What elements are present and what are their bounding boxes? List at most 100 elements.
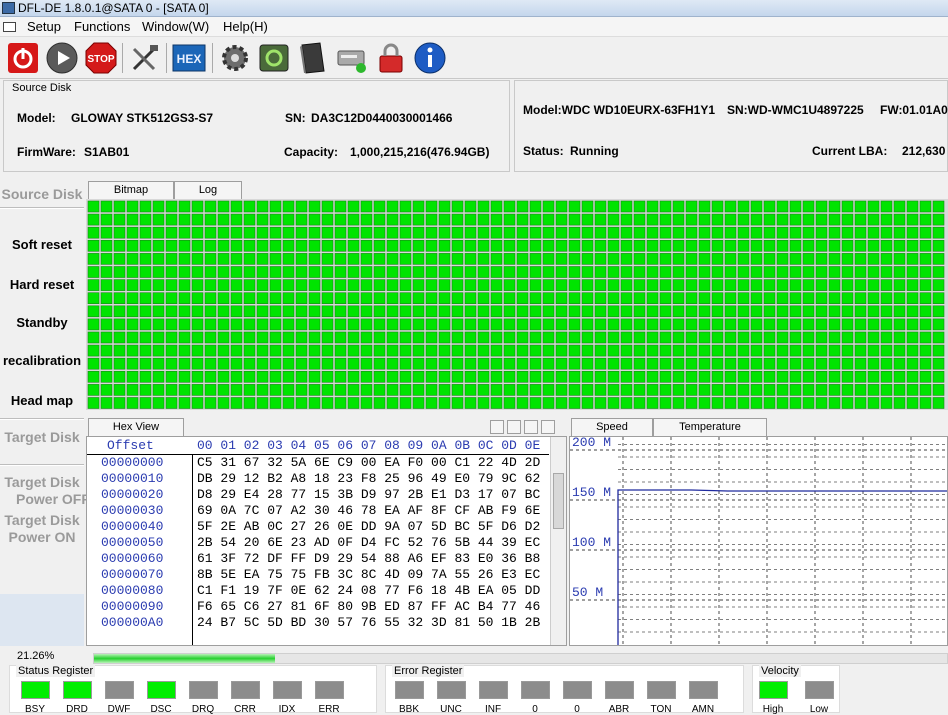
hex-icon[interactable]: HEX xyxy=(172,41,206,75)
nav-target-power-off[interactable]: Target Disk Power OFF xyxy=(0,474,90,508)
bitmap-cell xyxy=(880,305,893,318)
hex-scroll-button[interactable] xyxy=(541,420,555,434)
bitmap-cell xyxy=(594,318,607,331)
bitmap-cell xyxy=(685,318,698,331)
menu-window[interactable]: Window(W) xyxy=(142,17,209,36)
nav-standby[interactable]: Standby xyxy=(0,315,84,330)
nav-soft-reset[interactable]: Soft reset xyxy=(0,237,84,252)
hex-data-row[interactable]: 8B 5E EA 75 75 FB 3C 8C 4D 09 7A 55 26 E… xyxy=(197,567,549,583)
bitmap-cell xyxy=(906,344,919,357)
hex-data-row[interactable]: 61 3F 72 DF FF D9 29 54 88 A6 EF 83 E0 3… xyxy=(197,551,549,567)
bitmap-cell xyxy=(217,318,230,331)
firmware-value: S1AB01 xyxy=(84,145,130,159)
hex-scroll-button[interactable] xyxy=(524,420,538,434)
bitmap-cell xyxy=(789,239,802,252)
bitmap-cell xyxy=(373,384,386,396)
bitmap-cell xyxy=(373,357,386,370)
tab-log[interactable]: Log xyxy=(174,181,242,199)
bitmap-cell xyxy=(698,226,711,239)
bitmap-cell xyxy=(87,357,100,370)
bitmap-cell xyxy=(529,344,542,357)
book-icon[interactable] xyxy=(296,41,330,75)
bitmap-cell xyxy=(893,266,906,278)
refresh-icon[interactable] xyxy=(257,41,291,75)
bitmap-cell xyxy=(477,371,490,383)
bitmap-cell xyxy=(659,397,672,409)
hex-data-row[interactable]: 69 0A 7C 07 A2 30 46 78 EA AF 8F CF AB F… xyxy=(197,503,549,519)
hex-data-row[interactable]: C5 31 67 32 5A 6E C9 00 EA F0 00 C1 22 4… xyxy=(197,455,549,471)
menu-setup[interactable]: Setup xyxy=(27,17,61,36)
bitmap-cell xyxy=(607,397,620,409)
disk-icon[interactable] xyxy=(335,41,369,75)
bitmap-cell xyxy=(776,226,789,239)
play-icon[interactable] xyxy=(45,41,79,75)
bitmap-cell xyxy=(256,331,269,344)
target-model: Model:WDC WD10EURX-63FH1Y1 xyxy=(523,103,716,117)
bitmap-cell xyxy=(919,344,932,357)
hex-data-row[interactable]: F6 65 C6 27 81 6F 80 9B ED 87 FF AC B4 7… xyxy=(197,599,549,615)
bitmap-cell xyxy=(477,266,490,278)
hex-offset-cell: 00000080 xyxy=(101,583,164,598)
nav-recalibration[interactable]: recalibration xyxy=(0,353,84,368)
bitmap-cell xyxy=(100,344,113,357)
bitmap-cell xyxy=(633,397,646,409)
hex-data-row[interactable]: C1 F1 19 7F 0E 62 24 08 77 F6 18 4B EA 0… xyxy=(197,583,549,599)
hex-scroll-button[interactable] xyxy=(507,420,521,434)
tab-bitmap[interactable]: Bitmap xyxy=(88,181,174,199)
nav-target-disk[interactable]: Target Disk xyxy=(0,429,84,445)
bitmap-cell xyxy=(867,357,880,370)
bitmap-cell xyxy=(516,318,529,331)
nav-hard-reset[interactable]: Hard reset xyxy=(0,277,84,292)
stop-icon[interactable]: STOP xyxy=(84,41,118,75)
hex-scroll-button[interactable] xyxy=(490,420,504,434)
bitmap-cell xyxy=(555,213,568,226)
nav-target-power-on[interactable]: Target Disk Power ON xyxy=(0,512,84,546)
bitmap-cell xyxy=(347,266,360,278)
status-register-led xyxy=(189,681,218,699)
hex-data-row[interactable]: 5F 2E AB 0C 27 26 0E DD 9A 07 5D BC 5F D… xyxy=(197,519,549,535)
system-menu-icon[interactable] xyxy=(3,22,16,32)
bitmap-cell xyxy=(87,213,100,226)
bitmap-cell xyxy=(802,253,815,265)
bitmap-cell xyxy=(776,279,789,291)
bitmap-cell xyxy=(867,226,880,239)
hex-data-row[interactable]: 24 B7 5C 5D BD 30 57 76 55 32 3D 81 50 1… xyxy=(197,615,549,631)
bitmap-cell xyxy=(503,344,516,357)
bitmap-cell xyxy=(880,266,893,278)
hex-data-column: C5 31 67 32 5A 6E C9 00 EA F0 00 C1 22 4… xyxy=(197,455,549,645)
bitmap-cell xyxy=(321,253,334,265)
hex-data-row[interactable]: D8 29 E4 28 77 15 3B D9 97 2B E1 D3 17 0… xyxy=(197,487,549,503)
bitmap-cell xyxy=(906,226,919,239)
hex-data-row[interactable]: DB 29 12 B2 A8 18 23 F8 25 96 49 E0 79 9… xyxy=(197,471,549,487)
bitmap-cell xyxy=(347,344,360,357)
hex-view[interactable]: Offset 00 01 02 03 04 05 06 07 08 09 0A … xyxy=(86,436,567,646)
hex-vertical-scrollbar[interactable] xyxy=(550,437,566,645)
bitmap-cell xyxy=(282,292,295,304)
bitmap-cell xyxy=(321,266,334,278)
tab-temperature[interactable]: Temperature xyxy=(653,418,767,436)
hex-data-row[interactable]: 2B 54 20 6E 23 AD 0F D4 FC 52 76 5B 44 3… xyxy=(197,535,549,551)
menu-functions[interactable]: Functions xyxy=(74,17,130,36)
bitmap-cell xyxy=(828,344,841,357)
gear-icon[interactable] xyxy=(218,41,252,75)
bitmap-cell xyxy=(763,318,776,331)
bitmap-cell xyxy=(763,213,776,226)
bitmap-cell xyxy=(321,213,334,226)
bitmap-cell xyxy=(893,213,906,226)
lock-icon[interactable] xyxy=(374,41,408,75)
tab-speed[interactable]: Speed xyxy=(571,418,653,436)
bitmap-cell xyxy=(932,357,945,370)
menu-help[interactable]: Help(H) xyxy=(223,17,268,36)
tools-icon[interactable] xyxy=(128,41,162,75)
info-icon[interactable] xyxy=(413,41,447,75)
bitmap-cell xyxy=(698,253,711,265)
tab-hex-view[interactable]: Hex View xyxy=(88,418,184,436)
power-icon[interactable] xyxy=(6,41,40,75)
bitmap-cell xyxy=(230,344,243,357)
nav-source-disk[interactable]: Source Disk xyxy=(0,186,84,202)
bitmap-cell xyxy=(893,357,906,370)
bitmap-cell xyxy=(321,331,334,344)
bitmap-cell xyxy=(178,200,191,213)
nav-head-map[interactable]: Head map xyxy=(0,393,84,408)
hex-scroll-thumb[interactable] xyxy=(553,473,564,529)
